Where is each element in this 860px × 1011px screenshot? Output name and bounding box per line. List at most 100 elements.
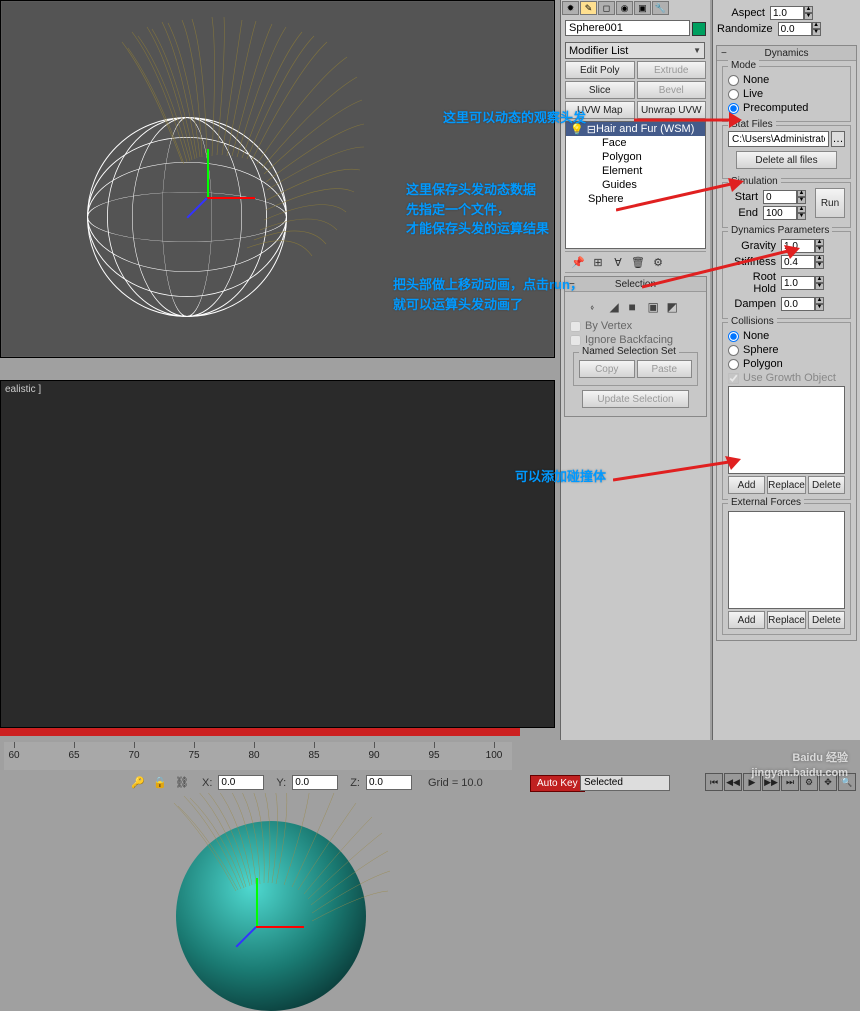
stack-element[interactable]: Element	[566, 164, 705, 178]
mode-live-radio[interactable]	[728, 89, 739, 100]
dampen-label: Dampen	[728, 298, 776, 310]
named-selection-title: Named Selection Set	[579, 346, 679, 357]
extrude-button[interactable]: Extrude	[637, 61, 707, 79]
stack-polygon[interactable]: Polygon	[566, 150, 705, 164]
bevel-button[interactable]: Bevel	[637, 81, 707, 99]
ruler-label-100: 100	[486, 750, 503, 761]
aspect-input[interactable]	[770, 6, 804, 20]
y-input[interactable]	[292, 775, 338, 790]
ef-replace-button[interactable]: Replace	[767, 611, 806, 629]
col-polygon-label: Polygon	[743, 358, 783, 370]
ef-delete-button[interactable]: Delete	[808, 611, 845, 629]
next-frame-button[interactable]: ▶▶	[762, 773, 780, 791]
col-replace-button[interactable]: Replace	[767, 476, 806, 494]
mode-group-title: Mode	[728, 60, 759, 71]
dampen-input[interactable]	[781, 297, 815, 311]
prev-frame-button[interactable]: ◀◀	[724, 773, 742, 791]
hierarchy-tab-icon[interactable]: ◻	[598, 1, 615, 15]
external-forces-title: External Forces	[728, 497, 804, 508]
time-config-button[interactable]: ⚙	[800, 773, 818, 791]
annotation-text-4: 可以添加碰撞体	[515, 467, 606, 487]
use-growth-label: Use Growth Object	[743, 372, 836, 384]
stat-path-browse-button[interactable]: …	[831, 131, 845, 147]
col-none-radio[interactable]	[728, 331, 739, 342]
arrow-1	[634, 108, 744, 132]
ignore-backfacing-label: Ignore Backfacing	[585, 334, 673, 346]
zoom-button[interactable]: 🔍	[838, 773, 856, 791]
sel-element-icon[interactable]: ▣	[648, 300, 662, 314]
external-forces-list[interactable]	[728, 511, 845, 609]
motion-tab-icon[interactable]: ◉	[616, 1, 633, 15]
paste-button[interactable]: Paste	[637, 360, 693, 378]
keyframe-icon[interactable]: 🔑	[130, 775, 146, 791]
lock-icon[interactable]: 🔒	[152, 775, 168, 791]
aspect-down[interactable]: ▼	[804, 13, 813, 20]
collisions-title: Collisions	[728, 316, 777, 327]
timeline-ruler[interactable]: ["60","65","70","75","80","85","90","95"…	[4, 742, 512, 770]
viewport-shaded[interactable]: ealistic ]	[0, 380, 555, 728]
sel-object-icon[interactable]: ◩	[667, 300, 681, 314]
ruler-label-70: 70	[128, 750, 139, 761]
sim-end-input[interactable]	[763, 206, 797, 220]
viewport-mode-label: ealistic ]	[5, 384, 41, 395]
collision-list[interactable]	[728, 386, 845, 474]
dynamics-rollout: Dynamics Mode None Live Precomputed Stat…	[716, 45, 857, 641]
slice-button[interactable]: Slice	[565, 81, 635, 99]
modifier-list-dropdown[interactable]: Modifier List	[565, 42, 705, 59]
transport-controls: ⏮ ◀◀ ▶ ▶▶ ⏭ ⚙ ✥ 🔍	[705, 773, 856, 791]
mode-precomputed-label: Precomputed	[743, 102, 808, 114]
create-tab-icon[interactable]: ✹	[562, 1, 579, 15]
goto-start-button[interactable]: ⏮	[705, 773, 723, 791]
selection-rollout: Selection ⬫ ◢ ■ ▣ ◩ By Vertex Ignore Bac…	[564, 276, 707, 417]
arrow-4	[613, 456, 743, 484]
play-button[interactable]: ▶	[743, 773, 761, 791]
mode-live-label: Live	[743, 88, 763, 100]
edit-poly-button[interactable]: Edit Poly	[565, 61, 635, 79]
col-sphere-radio[interactable]	[728, 345, 739, 356]
stack-face[interactable]: Face	[566, 136, 705, 150]
annotation-text-2: 这里保存头发动态数据 先指定一个文件， 才能保存头发的运算结果	[406, 180, 549, 239]
col-delete-button[interactable]: Delete	[808, 476, 845, 494]
pin-stack-icon[interactable]: 📌	[571, 255, 585, 269]
sel-poly-icon[interactable]: ■	[629, 300, 643, 314]
viewport-nav-button[interactable]: ✥	[819, 773, 837, 791]
object-color-swatch[interactable]	[692, 22, 706, 36]
object-name-input[interactable]	[565, 20, 690, 36]
dynamics-rollout-title[interactable]: Dynamics	[717, 46, 856, 61]
randomize-down[interactable]: ▼	[812, 29, 821, 36]
ef-add-button[interactable]: Add	[728, 611, 765, 629]
sim-start-input[interactable]	[763, 190, 797, 204]
update-selection-button[interactable]: Update Selection	[582, 390, 689, 408]
display-tab-icon[interactable]: ▣	[634, 1, 651, 15]
copy-button[interactable]: Copy	[579, 360, 635, 378]
panel-tabs: ✹ ✎ ◻ ◉ ▣ 🔧	[561, 0, 710, 16]
col-polygon-radio[interactable]	[728, 359, 739, 370]
randomize-label: Randomize	[717, 23, 773, 35]
run-button[interactable]: Run	[815, 188, 845, 218]
ignore-backfacing-checkbox	[570, 335, 581, 346]
aspect-up[interactable]: ▲	[804, 6, 813, 13]
utilities-tab-icon[interactable]: 🔧	[652, 1, 669, 15]
sel-vertex-icon[interactable]: ⬫	[591, 300, 605, 314]
delete-all-files-button[interactable]: Delete all files	[736, 151, 837, 169]
z-label: Z:	[350, 777, 360, 789]
sel-edge-icon[interactable]: ◢	[610, 300, 624, 314]
show-result-icon[interactable]: ⊞	[591, 255, 605, 269]
ruler-label-90: 90	[368, 750, 379, 761]
mode-none-radio[interactable]	[728, 75, 739, 86]
z-input[interactable]	[366, 775, 412, 790]
randomize-up[interactable]: ▲	[812, 22, 821, 29]
stat-path-input[interactable]	[728, 131, 829, 147]
col-none-label: None	[743, 330, 769, 342]
link-icon[interactable]: ⛓	[174, 775, 190, 791]
mode-none-label: None	[743, 74, 769, 86]
x-input[interactable]	[218, 775, 264, 790]
y-label: Y:	[276, 777, 286, 789]
randomize-input[interactable]	[778, 22, 812, 36]
selected-dropdown[interactable]: Selected	[580, 775, 670, 791]
unique-icon[interactable]: ∀	[611, 255, 625, 269]
auto-key-button[interactable]: Auto Key	[530, 775, 585, 792]
annotation-text-1: 这里可以动态的观察头发	[443, 108, 586, 128]
modify-tab-icon[interactable]: ✎	[580, 1, 597, 15]
goto-end-button[interactable]: ⏭	[781, 773, 799, 791]
